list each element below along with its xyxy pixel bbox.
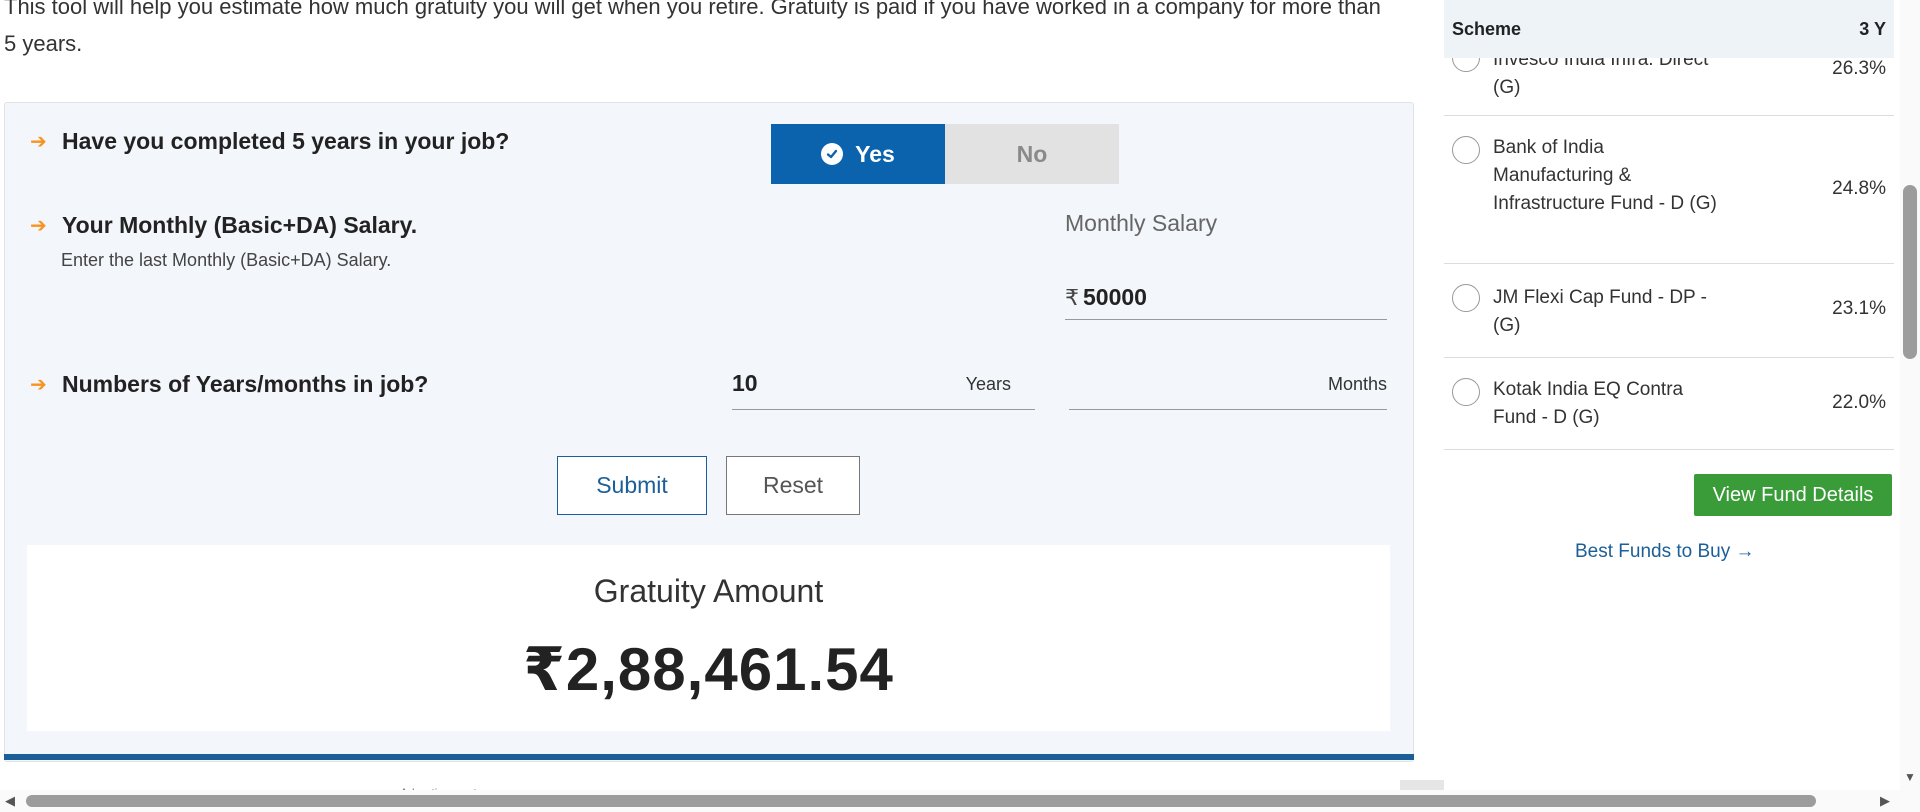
monthly-salary-input[interactable]: ₹ 50000 <box>1065 276 1387 320</box>
fund-radio[interactable] <box>1452 378 1480 406</box>
panel-divider <box>4 754 1414 760</box>
no-button[interactable]: No <box>945 124 1119 184</box>
result-title: Gratuity Amount <box>593 573 824 609</box>
fund-table-header: Scheme 3 Y <box>1444 0 1894 58</box>
fund-return: 22.0% <box>1832 392 1886 413</box>
arrow-right-icon: ➔ <box>30 131 47 153</box>
scroll-right-arrow-icon[interactable]: ▶ <box>1880 793 1890 809</box>
fund-name: Bank of India Manufacturing & Infrastruc… <box>1493 137 1717 214</box>
horizontal-scroll-thumb[interactable] <box>26 795 1816 807</box>
question-tenure: ➔ Numbers of Years/months in job? <box>30 371 428 398</box>
scroll-down-arrow-icon[interactable]: ▼ <box>1904 770 1916 784</box>
check-circle-icon <box>821 143 844 165</box>
salary-hint: Enter the last Monthly (Basic+DA) Salary… <box>61 250 392 270</box>
fund-radio[interactable] <box>1452 284 1480 312</box>
yes-label: Yes <box>855 140 895 167</box>
submit-button[interactable]: Submit <box>557 456 707 515</box>
question-five-years: ➔ Have you completed 5 years in your job… <box>30 128 509 155</box>
rupee-icon: ₹ <box>1065 284 1079 310</box>
result-box: Gratuity Amount ₹2,88,461.54 <box>27 545 1390 731</box>
fund-row[interactable]: Bank of India Manufacturing & Infrastruc… <box>1444 116 1894 264</box>
months-input[interactable]: Months <box>1069 362 1387 410</box>
fund-radio[interactable] <box>1452 136 1480 164</box>
fund-row[interactable]: JM Flexi Cap Fund - DP - (G) 23.1% <box>1444 264 1894 358</box>
scroll-left-arrow-icon[interactable]: ◀ <box>5 793 15 809</box>
question-label: Numbers of Years/months in job? <box>62 371 429 397</box>
monthly-salary-label: Monthly Salary <box>1065 210 1218 236</box>
fund-name: Kotak India EQ Contra Fund - D (G) <box>1493 379 1684 428</box>
years-input[interactable]: 10 Years <box>732 362 1035 410</box>
question-label: Your Monthly (Basic+DA) Salary. <box>62 212 418 238</box>
months-unit: Months <box>1327 374 1387 394</box>
fund-return: 26.3% <box>1832 58 1886 79</box>
scheme-column-header: Scheme <box>1452 18 1522 39</box>
reset-button[interactable]: Reset <box>726 456 860 515</box>
fund-return: 23.1% <box>1832 298 1886 319</box>
intro-text: This tool will help you estimate how muc… <box>4 0 1381 56</box>
years-value: 10 <box>732 370 758 396</box>
fund-return: 24.8% <box>1832 178 1886 199</box>
vertical-scrollbar[interactable]: ▼ <box>1900 0 1920 790</box>
salary-value: 50000 <box>1083 284 1147 310</box>
return-column-header: 3 Y <box>1859 18 1886 39</box>
fund-name: JM Flexi Cap Fund - DP - (G) <box>1493 287 1707 336</box>
arrow-right-icon: ➔ <box>30 215 47 237</box>
fund-row[interactable]: Kotak India EQ Contra Fund - D (G) 22.0% <box>1444 358 1894 450</box>
question-salary: ➔ Your Monthly (Basic+DA) Salary. <box>30 212 417 239</box>
gratuity-amount-value: ₹2,88,461.54 <box>523 636 894 703</box>
question-label: Have you completed 5 years in your job? <box>62 128 510 154</box>
years-unit: Years <box>965 374 1011 394</box>
arrow-right-icon: ➔ <box>30 374 47 396</box>
fund-sidebar: Invesco India Infra. Direct (G) 26.3% Ba… <box>1444 0 1894 812</box>
vertical-scroll-thumb[interactable] <box>1903 185 1917 359</box>
view-fund-details-button[interactable]: View Fund Details <box>1694 474 1892 516</box>
yes-button[interactable]: Yes <box>771 124 945 184</box>
five-years-toggle: Yes No <box>771 124 1119 184</box>
best-funds-link[interactable]: Best Funds to Buy → <box>1575 541 1755 563</box>
horizontal-scrollbar[interactable]: ◀ ▶ <box>0 790 1920 812</box>
